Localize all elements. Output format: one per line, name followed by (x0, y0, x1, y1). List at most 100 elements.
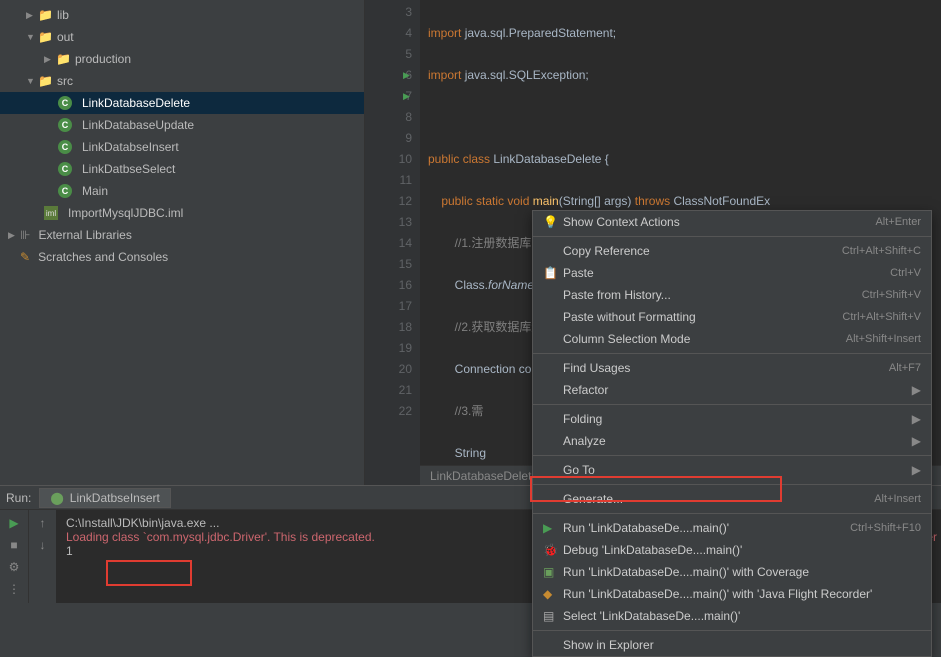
run-label: Run: (6, 491, 31, 505)
chevron-right-icon: ▶ (912, 383, 921, 397)
menu-separator (533, 236, 931, 237)
tree-item-file-linkdatabseinsert[interactable]: C LinkDatabseInsert (0, 136, 364, 158)
code-token: throws (635, 194, 674, 208)
menu-column-selection[interactable]: Column Selection ModeAlt+Shift+Insert (533, 328, 931, 350)
tree-item-src[interactable]: ▼📁src (0, 70, 364, 92)
settings-icon[interactable]: ⚙ (9, 560, 20, 574)
tree-label: LinkDatabaseDelete (82, 96, 190, 110)
menu-label: Go To (563, 463, 912, 477)
chevron-right-icon: ▶ (912, 463, 921, 477)
tree-item-file-linkdatbseselect[interactable]: CLinkDatbseSelect (0, 158, 364, 180)
run-gutter-icon[interactable]: ▶ (403, 65, 410, 86)
line-number: 12 (365, 191, 412, 212)
tree-item-lib[interactable]: ▶📁lib (0, 4, 364, 26)
menu-label: Analyze (563, 434, 912, 448)
down-icon[interactable]: ↓ (40, 538, 46, 552)
chevron-right-icon: ▶ (44, 54, 56, 65)
stop-icon[interactable]: ■ (10, 538, 17, 552)
class-icon: C (58, 162, 72, 176)
menu-show-context-actions[interactable]: 💡Show Context ActionsAlt+Enter (533, 211, 931, 233)
more-icon[interactable]: ⋮ (8, 582, 20, 596)
run-tab[interactable]: ⬤ LinkDatbseInsert (39, 488, 170, 508)
menu-paste-history[interactable]: Paste from History...Ctrl+Shift+V (533, 284, 931, 306)
tree-item-production[interactable]: ▶📁production (0, 48, 364, 70)
tree-item-file-linkdatabaseupdate[interactable]: CLinkDatabaseUpdate (0, 114, 364, 136)
menu-paste[interactable]: 📋PasteCtrl+V (533, 262, 931, 284)
shortcut: Alt+Enter (875, 216, 921, 228)
line-number: 15 (365, 254, 412, 275)
menu-analyze[interactable]: Analyze▶ (533, 430, 931, 452)
line-number: 18 (365, 317, 412, 338)
menu-folding[interactable]: Folding▶ (533, 408, 931, 430)
shortcut: Alt+Shift+Insert (846, 333, 921, 345)
gutter[interactable]: 3 4 5 6 7 8 9 10 11 12 13 14 15 16 17 18… (365, 0, 420, 485)
code-token: main (533, 194, 559, 208)
line-number: 8 (365, 107, 412, 128)
menu-run[interactable]: ▶Run 'LinkDatabaseDe....main()'Ctrl+Shif… (533, 517, 931, 539)
run-toolbar: ▶ ■ ⚙ ⋮ (0, 510, 28, 603)
line-number: 10 (365, 149, 412, 170)
file-icon: iml (44, 206, 58, 220)
menu-label: Folding (563, 412, 912, 426)
annotation-box (106, 560, 192, 586)
code-token: (String[] args) (559, 194, 635, 208)
select-icon: ▤ (543, 609, 563, 623)
menu-label: Refactor (563, 383, 912, 397)
menu-separator (533, 404, 931, 405)
class-icon: C (58, 184, 72, 198)
tree-item-scratches[interactable]: ✎ Scratches and Consoles (0, 246, 364, 268)
chevron-down-icon: ▼ (26, 76, 38, 86)
menu-run-jfr[interactable]: ◆Run 'LinkDatabaseDe....main()' with 'Ja… (533, 583, 931, 605)
coverage-icon: ▣ (543, 565, 563, 579)
tree-item-iml[interactable]: imlImportMysqlJDBC.iml (0, 202, 364, 224)
menu-label: Paste from History... (563, 288, 862, 302)
tree-item-file-linkdatabasedelete[interactable]: CLinkDatabaseDelete (0, 92, 364, 114)
menu-copy-reference[interactable]: Copy ReferenceCtrl+Alt+Shift+C (533, 240, 931, 262)
up-icon[interactable]: ↑ (40, 516, 46, 530)
line-number: 22 (365, 401, 412, 422)
annotation-box (530, 476, 782, 502)
class-icon: C (58, 140, 72, 154)
jfr-icon: ◆ (543, 587, 563, 601)
run-gutter-icon[interactable]: ▶ (403, 86, 410, 107)
menu-refactor[interactable]: Refactor▶ (533, 379, 931, 401)
folder-icon: 📁 (38, 30, 53, 44)
menu-run-coverage[interactable]: ▣Run 'LinkDatabaseDe....main()' with Cov… (533, 561, 931, 583)
menu-find-usages[interactable]: Find UsagesAlt+F7 (533, 357, 931, 379)
run-icon: ⬤ (50, 491, 63, 505)
tree-label: Scratches and Consoles (38, 250, 168, 264)
menu-paste-without-formatting[interactable]: Paste without FormattingCtrl+Alt+Shift+V (533, 306, 931, 328)
tree-item-file-main[interactable]: C Main (0, 180, 364, 202)
scratches-icon: ✎ (20, 250, 30, 264)
run-icon: ▶ (543, 521, 563, 535)
library-icon: ⊪ (20, 228, 30, 242)
code-token: public class (428, 152, 493, 166)
tree-label: Main (82, 184, 108, 198)
tree-label: production (75, 52, 131, 66)
menu-label: Select 'LinkDatabaseDe....main()' (563, 609, 921, 623)
line-number: 11 (365, 170, 412, 191)
menu-label: Debug 'LinkDatabaseDe....main()' (563, 543, 921, 557)
menu-label: Show Context Actions (563, 215, 875, 229)
shortcut: Ctrl+Alt+Shift+V (842, 311, 921, 323)
rerun-icon[interactable]: ▶ (9, 516, 18, 530)
tree-label: src (57, 74, 73, 88)
tree-item-out[interactable]: ▼📁out (0, 26, 364, 48)
breadcrumb-item: LinkDatabaseDelet (430, 469, 531, 483)
tree-label: LinkDatabseInsert (82, 140, 179, 154)
menu-label: Run 'LinkDatabaseDe....main()' (563, 521, 850, 535)
menu-debug[interactable]: 🐞Debug 'LinkDatabaseDe....main()' (533, 539, 931, 561)
menu-separator (533, 513, 931, 514)
chevron-right-icon: ▶ (8, 230, 20, 241)
tree-item-external-libraries[interactable]: ▶⊪External Libraries (0, 224, 364, 246)
line-number: 3 (365, 2, 412, 23)
run-tab-label: LinkDatbseInsert (70, 491, 160, 505)
line-number: 14 (365, 233, 412, 254)
code-token: java.sql.SQLException; (465, 68, 589, 82)
menu-label: Find Usages (563, 361, 889, 375)
chevron-right-icon: ▶ (912, 434, 921, 448)
menu-show-explorer[interactable]: Show in Explorer (533, 634, 931, 656)
menu-label: Paste without Formatting (563, 310, 842, 324)
menu-select-config[interactable]: ▤Select 'LinkDatabaseDe....main()' (533, 605, 931, 627)
project-tree[interactable]: ▶📁lib ▼📁out ▶📁production ▼📁src CLinkData… (0, 0, 365, 485)
